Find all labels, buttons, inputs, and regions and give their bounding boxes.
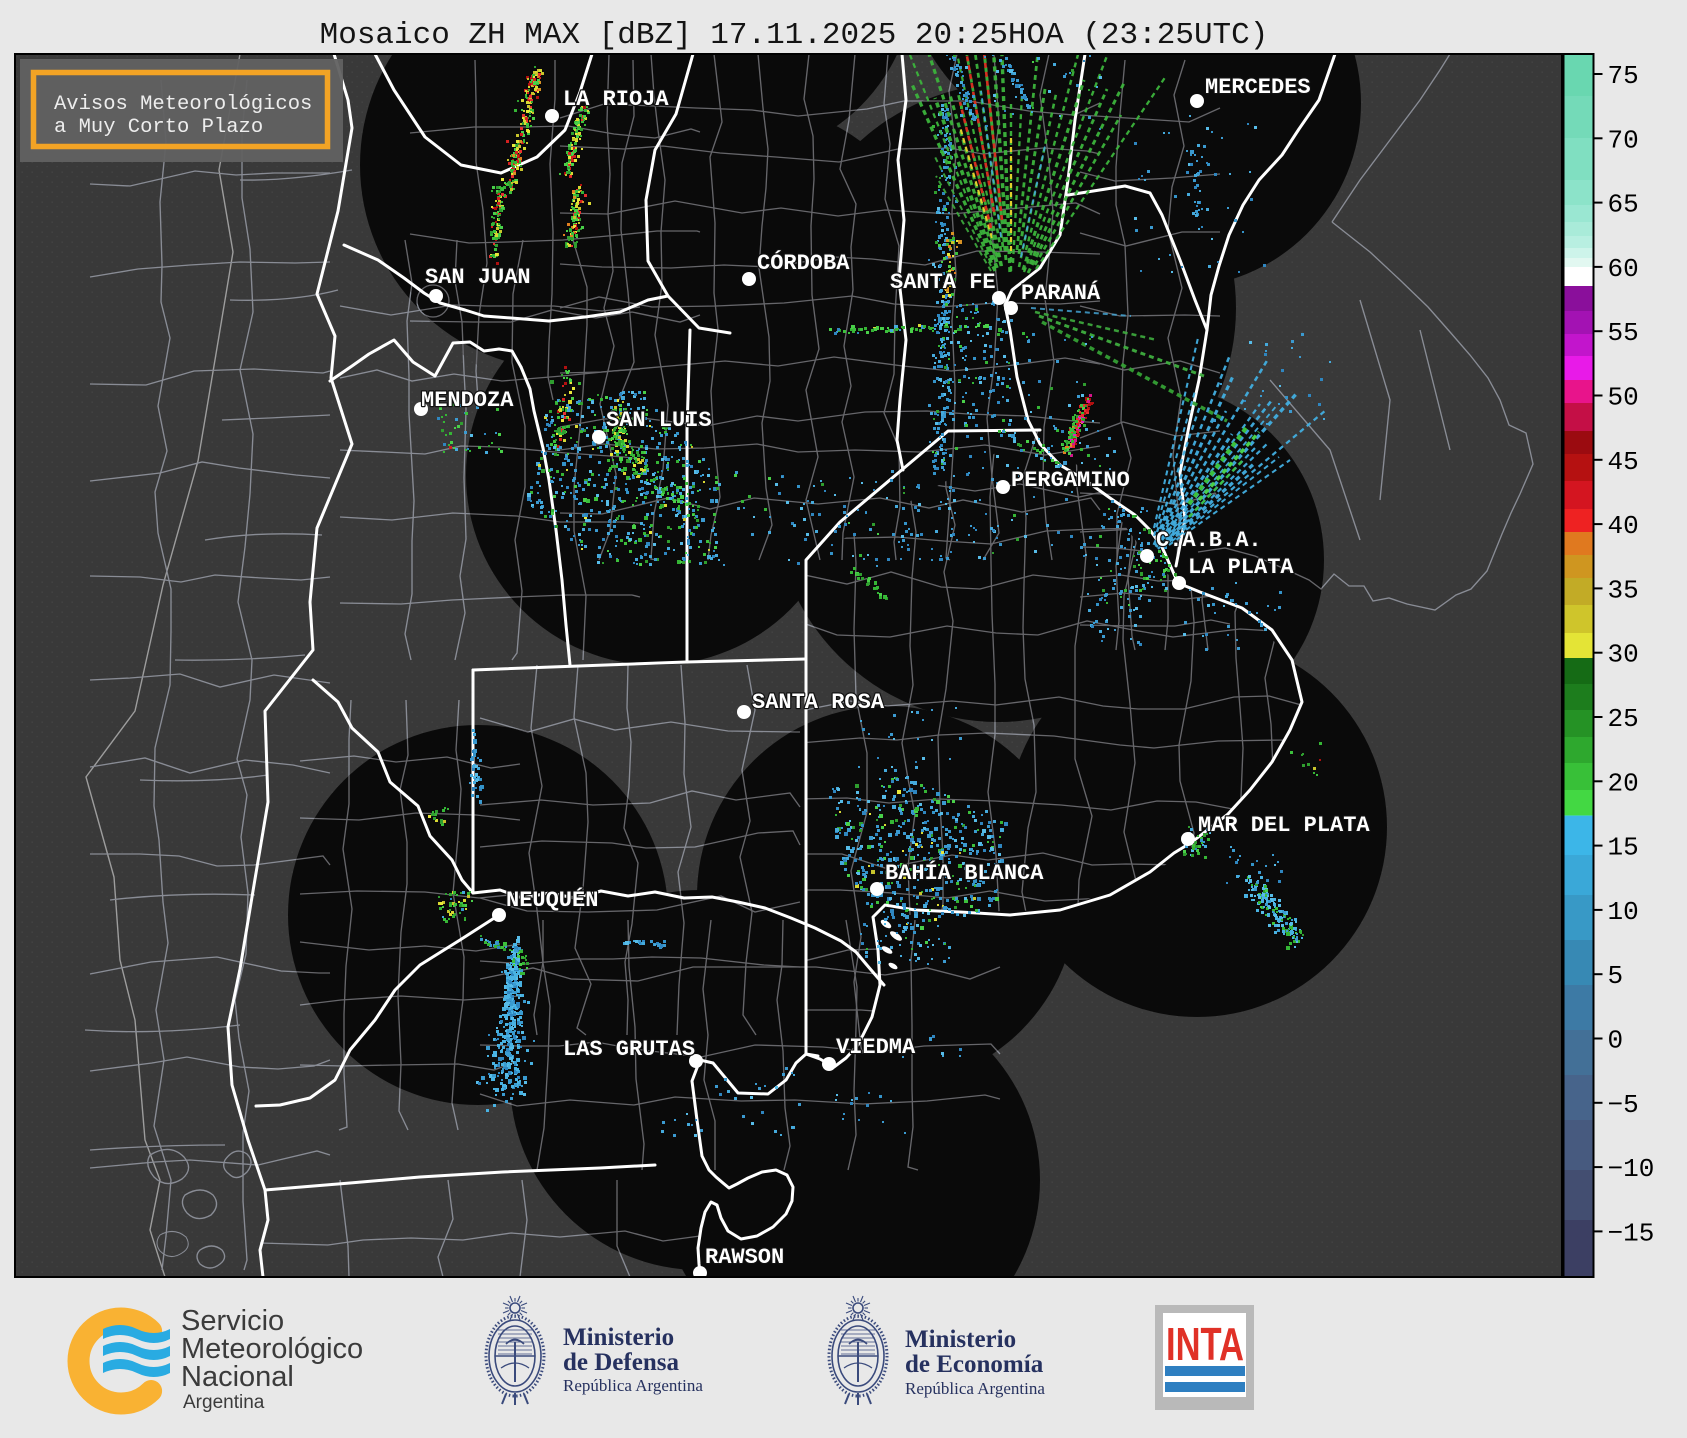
svg-text:Ministerio: Ministerio: [905, 1326, 1016, 1353]
svg-text:LA RIOJA: LA RIOJA: [563, 87, 669, 112]
svg-text:MAR DEL PLATA: MAR DEL PLATA: [1198, 813, 1370, 838]
svg-text:República Argentina: República Argentina: [563, 1376, 703, 1395]
svg-text:70: 70: [1608, 125, 1639, 155]
svg-text:45: 45: [1608, 447, 1639, 477]
svg-text:−10: −10: [1608, 1154, 1655, 1184]
svg-text:15: 15: [1608, 833, 1639, 863]
svg-text:NEUQUÉN: NEUQUÉN: [506, 887, 598, 913]
svg-text:30: 30: [1608, 640, 1639, 670]
svg-text:55: 55: [1608, 318, 1639, 348]
svg-text:−5: −5: [1608, 1090, 1639, 1120]
svg-text:10: 10: [1608, 897, 1639, 927]
svg-text:5: 5: [1608, 961, 1624, 991]
svg-text:LA PLATA: LA PLATA: [1188, 555, 1294, 580]
svg-text:CÓRDOBA: CÓRDOBA: [757, 250, 850, 276]
svg-text:Ministerio: Ministerio: [563, 1324, 674, 1351]
svg-text:SAN LUIS: SAN LUIS: [606, 408, 712, 433]
svg-text:C.A.B.A.: C.A.B.A.: [1156, 528, 1262, 553]
svg-text:0: 0: [1608, 1026, 1624, 1056]
svg-text:MENDOZA: MENDOZA: [421, 388, 514, 413]
svg-text:Argentina: Argentina: [183, 1392, 265, 1413]
svg-text:25: 25: [1608, 704, 1639, 734]
svg-text:−15: −15: [1608, 1218, 1655, 1248]
svg-text:60: 60: [1608, 254, 1639, 284]
svg-text:SANTA ROSA: SANTA ROSA: [752, 690, 885, 715]
svg-text:de Defensa: de Defensa: [563, 1349, 679, 1376]
svg-text:SANTA FE: SANTA FE: [890, 270, 996, 295]
svg-text:PERGAMINO: PERGAMINO: [1011, 468, 1130, 493]
svg-text:MERCEDES: MERCEDES: [1205, 75, 1311, 100]
svg-text:75: 75: [1608, 61, 1639, 91]
svg-text:Nacional: Nacional: [181, 1361, 294, 1393]
svg-text:de Economía: de Economía: [905, 1351, 1044, 1378]
svg-text:Avisos Meteorológicos: Avisos Meteorológicos: [54, 93, 312, 116]
svg-text:INTA: INTA: [1166, 1318, 1244, 1370]
svg-text:BAHÍA BLANCA: BAHÍA BLANCA: [885, 860, 1044, 886]
svg-text:a Muy Corto Plazo: a Muy Corto Plazo: [54, 116, 263, 139]
svg-text:35: 35: [1608, 575, 1639, 605]
svg-text:Mosaico ZH MAX [dBZ] 17.11.202: Mosaico ZH MAX [dBZ] 17.11.2025 20:25HOA…: [320, 18, 1269, 53]
svg-text:65: 65: [1608, 190, 1639, 220]
svg-text:RAWSON: RAWSON: [705, 1245, 784, 1270]
svg-text:40: 40: [1608, 511, 1639, 541]
svg-text:República Argentina: República Argentina: [905, 1379, 1045, 1398]
svg-text:50: 50: [1608, 383, 1639, 413]
svg-text:SAN JUAN: SAN JUAN: [425, 265, 531, 290]
svg-text:20: 20: [1608, 768, 1639, 798]
svg-text:PARANÁ: PARANÁ: [1021, 280, 1101, 306]
svg-text:LAS GRUTAS: LAS GRUTAS: [563, 1037, 695, 1062]
svg-text:VIEDMA: VIEDMA: [836, 1035, 916, 1060]
